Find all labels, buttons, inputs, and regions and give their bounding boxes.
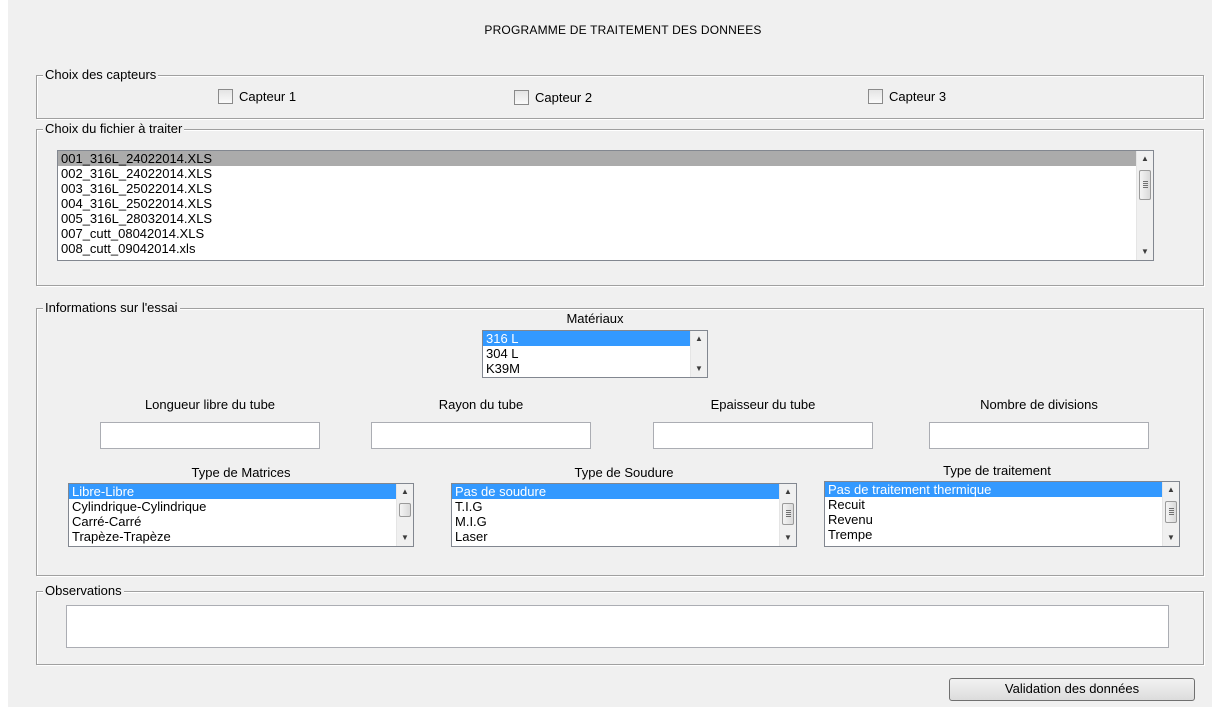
weld-item[interactable]: T.I.G	[452, 499, 779, 514]
scroll-down-arrow-icon[interactable]: ▼	[780, 530, 796, 546]
weld-item[interactable]: Pas de soudure	[452, 484, 779, 499]
file-list-scrollbar[interactable]: ▲ ▼	[1136, 151, 1153, 260]
scroll-up-arrow-icon[interactable]: ▲	[397, 484, 413, 500]
matrix-list-items: Libre-Libre Cylindrique-Cylindrique Carr…	[69, 484, 396, 546]
sensors-panel: Choix des capteurs	[36, 67, 1204, 119]
treatment-scrollbar[interactable]: ▲ ▼	[1162, 482, 1179, 546]
length-label: Longueur libre du tube	[144, 397, 276, 412]
treatment-item[interactable]: Trempe	[825, 527, 1162, 542]
file-legend: Choix du fichier à traiter	[43, 121, 185, 137]
material-item[interactable]: 316 L	[483, 331, 690, 346]
file-item[interactable]: 001_316L_24022014.XLS	[58, 151, 1136, 166]
sensors-legend: Choix des capteurs	[43, 67, 159, 83]
weld-type-label: Type de Soudure	[574, 465, 674, 480]
matrix-item[interactable]: Trapèze-Trapèze	[69, 529, 396, 544]
file-listbox[interactable]: 001_316L_24022014.XLS 002_316L_24022014.…	[57, 150, 1154, 261]
matrix-scrollbar[interactable]: ▲ ▼	[396, 484, 413, 546]
matrix-item[interactable]: Libre-Libre	[69, 484, 396, 499]
treatment-item[interactable]: Recuit	[825, 497, 1162, 512]
material-item[interactable]: K39M	[483, 361, 690, 376]
file-item[interactable]: 005_316L_28032014.XLS	[58, 211, 1136, 226]
checkbox-box[interactable]	[514, 90, 529, 105]
thickness-label: Epaisseur du tube	[710, 397, 816, 412]
weld-scrollbar[interactable]: ▲ ▼	[779, 484, 796, 546]
main-window: PROGRAMME DE TRAITEMENT DES DONNEES Choi…	[8, 0, 1212, 707]
scroll-up-arrow-icon[interactable]: ▲	[780, 484, 796, 500]
thickness-input[interactable]	[653, 422, 873, 449]
scroll-down-arrow-icon[interactable]: ▼	[397, 530, 413, 546]
page-title: PROGRAMME DE TRAITEMENT DES DONNEES	[484, 23, 762, 37]
file-item[interactable]: 003_316L_25022014.XLS	[58, 181, 1136, 196]
weld-list-items: Pas de soudure T.I.G M.I.G Laser	[452, 484, 779, 546]
matrix-item[interactable]: Carré-Carré	[69, 514, 396, 529]
file-item[interactable]: 002_316L_24022014.XLS	[58, 166, 1136, 181]
material-item[interactable]: 304 L	[483, 346, 690, 361]
scroll-thumb[interactable]	[399, 503, 411, 517]
sensor-3-label: Capteur 3	[889, 89, 947, 104]
radius-label: Rayon du tube	[438, 397, 524, 412]
sensor-2-checkbox[interactable]: Capteur 2	[514, 90, 592, 105]
sensor-1-checkbox[interactable]: Capteur 1	[218, 89, 296, 104]
divisions-input[interactable]	[929, 422, 1149, 449]
scroll-thumb[interactable]	[1139, 170, 1151, 200]
matrix-type-label: Type de Matrices	[191, 465, 291, 480]
weld-item[interactable]: M.I.G	[452, 514, 779, 529]
scroll-up-arrow-icon[interactable]: ▲	[1163, 482, 1179, 498]
scroll-thumb[interactable]	[782, 503, 794, 525]
grip-icon	[1169, 508, 1174, 515]
length-input[interactable]	[100, 422, 320, 449]
scroll-down-arrow-icon[interactable]: ▼	[1163, 530, 1179, 546]
treatment-item[interactable]: Revenu	[825, 512, 1162, 527]
test-info-legend: Informations sur l'essai	[43, 300, 180, 316]
file-item[interactable]: 004_316L_25022014.XLS	[58, 196, 1136, 211]
scroll-down-arrow-icon[interactable]: ▼	[1137, 244, 1153, 260]
grip-icon	[786, 510, 791, 517]
validate-button[interactable]: Validation des données	[949, 678, 1195, 701]
scroll-down-arrow-icon[interactable]: ▼	[691, 361, 707, 377]
observations-legend: Observations	[43, 583, 124, 599]
materials-listbox[interactable]: 316 L 304 L K39M ▲ ▼	[482, 330, 708, 378]
treatment-type-label: Type de traitement	[943, 463, 1051, 478]
treatment-list-items: Pas de traitement thermique Recuit Reven…	[825, 482, 1162, 546]
file-item[interactable]: 007_cutt_08042014.XLS	[58, 226, 1136, 241]
scroll-up-arrow-icon[interactable]: ▲	[1137, 151, 1153, 167]
materials-label: Matériaux	[566, 311, 624, 326]
divisions-label: Nombre de divisions	[980, 397, 1098, 412]
materials-list-items: 316 L 304 L K39M	[483, 331, 690, 377]
weld-item[interactable]: Laser	[452, 529, 779, 544]
materials-scrollbar[interactable]: ▲ ▼	[690, 331, 707, 377]
checkbox-box[interactable]	[868, 89, 883, 104]
matrix-item[interactable]: Cylindrique-Cylindrique	[69, 499, 396, 514]
treatment-item[interactable]: Pas de traitement thermique	[825, 482, 1162, 497]
checkbox-box[interactable]	[218, 89, 233, 104]
file-item[interactable]: 008_cutt_09042014.xls	[58, 241, 1136, 256]
sensor-2-label: Capteur 2	[535, 90, 593, 105]
scroll-thumb[interactable]	[1165, 501, 1177, 523]
sensor-3-checkbox[interactable]: Capteur 3	[868, 89, 946, 104]
weld-type-listbox[interactable]: Pas de soudure T.I.G M.I.G Laser ▲ ▼	[451, 483, 797, 547]
treatment-type-listbox[interactable]: Pas de traitement thermique Recuit Reven…	[824, 481, 1180, 547]
observations-input[interactable]	[66, 605, 1169, 648]
radius-input[interactable]	[371, 422, 591, 449]
matrix-type-listbox[interactable]: Libre-Libre Cylindrique-Cylindrique Carr…	[68, 483, 414, 547]
scroll-up-arrow-icon[interactable]: ▲	[691, 331, 707, 347]
sensor-1-label: Capteur 1	[239, 89, 297, 104]
file-list-items: 001_316L_24022014.XLS 002_316L_24022014.…	[58, 151, 1136, 260]
grip-icon	[1143, 181, 1148, 188]
